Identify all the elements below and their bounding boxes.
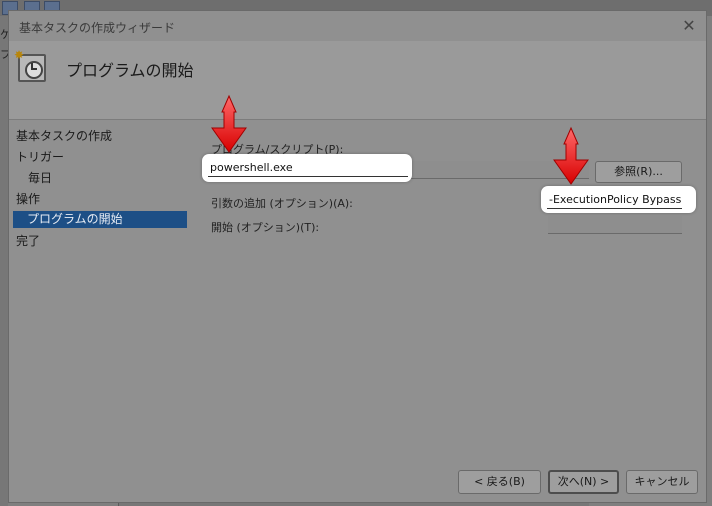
title-bar: 基本タスクの作成ウィザード ✕ <box>9 11 706 41</box>
red-arrow-icon <box>553 126 589 185</box>
back-button[interactable]: < 戻る(B) <box>458 470 541 494</box>
create-basic-task-wizard-dialog: 基本タスクの作成ウィザード ✕ ✸ プログラムの開始 基本タスクの作成 トリガー… <box>8 10 707 503</box>
start-in-label: 開始 (オプション)(T): <box>211 221 320 234</box>
dialog-title: 基本タスクの作成ウィザード <box>19 21 176 35</box>
arguments-value: -ExecutionPolicy Bypass <box>549 193 682 206</box>
close-icon[interactable]: ✕ <box>678 15 700 37</box>
browse-button[interactable]: 参照(R)... <box>595 161 682 183</box>
cancel-button[interactable]: キャンセル <box>626 470 698 494</box>
background-left-pane: ケ フ <box>0 16 11 506</box>
program-script-value: powershell.exe <box>210 161 293 174</box>
scheduled-task-clock-icon: ✸ <box>14 48 46 82</box>
step-finish[interactable]: 完了 <box>16 232 40 249</box>
step-trigger[interactable]: トリガー <box>16 148 64 165</box>
step-action[interactable]: 操作 <box>16 190 40 207</box>
red-arrow-icon <box>211 94 247 153</box>
wizard-header: ✸ プログラムの開始 <box>9 41 706 119</box>
page-title: プログラムの開始 <box>66 61 194 80</box>
start-in-input[interactable] <box>548 216 682 234</box>
next-button[interactable]: 次へ(N) > <box>548 470 619 494</box>
step-create-basic-task[interactable]: 基本タスクの作成 <box>16 127 112 144</box>
header-divider <box>9 119 706 120</box>
step-start-program[interactable]: プログラムの開始 <box>13 211 187 228</box>
program-script-input[interactable]: powershell.exe <box>202 154 412 182</box>
step-daily[interactable]: 毎日 <box>28 169 52 186</box>
arguments-input[interactable]: -ExecutionPolicy Bypass <box>541 186 696 213</box>
arguments-label: 引数の追加 (オプション)(A): <box>211 197 353 210</box>
